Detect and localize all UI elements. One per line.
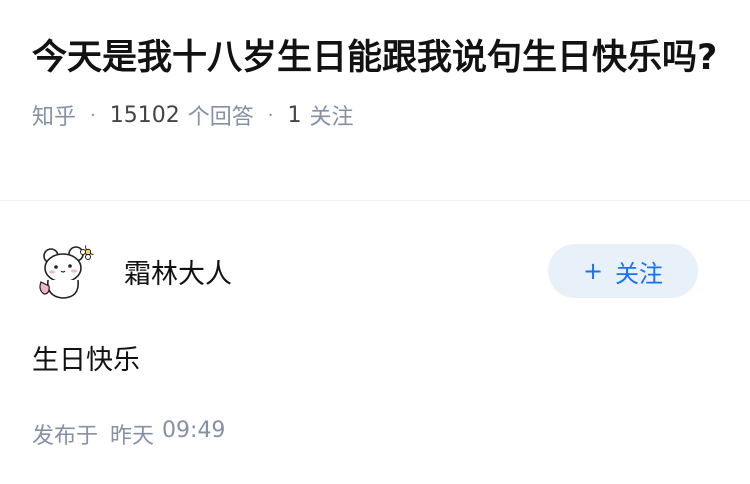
meta-separator: · — [267, 104, 274, 126]
answer-content: 生日快乐 — [32, 345, 140, 376]
author-row: 霜林大人 + 关注 — [32, 236, 698, 306]
publish-info: 发布于 昨天 09:49 — [32, 418, 225, 450]
section-divider — [0, 200, 750, 201]
follow-button-label: 关注 — [615, 259, 664, 288]
publish-prefix: 发布于 — [32, 424, 99, 449]
answer-count-label: 个回答 — [187, 105, 254, 130]
question-header: 今天是我十八岁生日能跟我说句生日快乐吗? 知乎 · 15102 个回答 · 1 … — [32, 32, 722, 130]
follow-count: 1 — [287, 102, 302, 128]
author-name[interactable]: 霜林大人 — [124, 252, 548, 291]
question-source[interactable]: 知乎 — [32, 99, 76, 131]
bear-avatar-icon[interactable] — [32, 238, 98, 304]
answer-count: 15102 — [109, 102, 180, 128]
question-title[interactable]: 今天是我十八岁生日能跟我说句生日快乐吗? — [32, 32, 722, 84]
plus-icon: + — [582, 257, 604, 285]
publish-day: 昨天 — [110, 424, 155, 449]
follow-button[interactable]: + 关注 — [548, 244, 698, 298]
follow-count-label: 关注 — [309, 105, 354, 130]
publish-time: 09:49 — [162, 418, 226, 443]
meta-separator: · — [90, 104, 96, 126]
question-meta: 知乎 · 15102 个回答 · 1 关注 — [32, 99, 722, 131]
answer-author-section: 霜林大人 + 关注 — [32, 236, 698, 306]
